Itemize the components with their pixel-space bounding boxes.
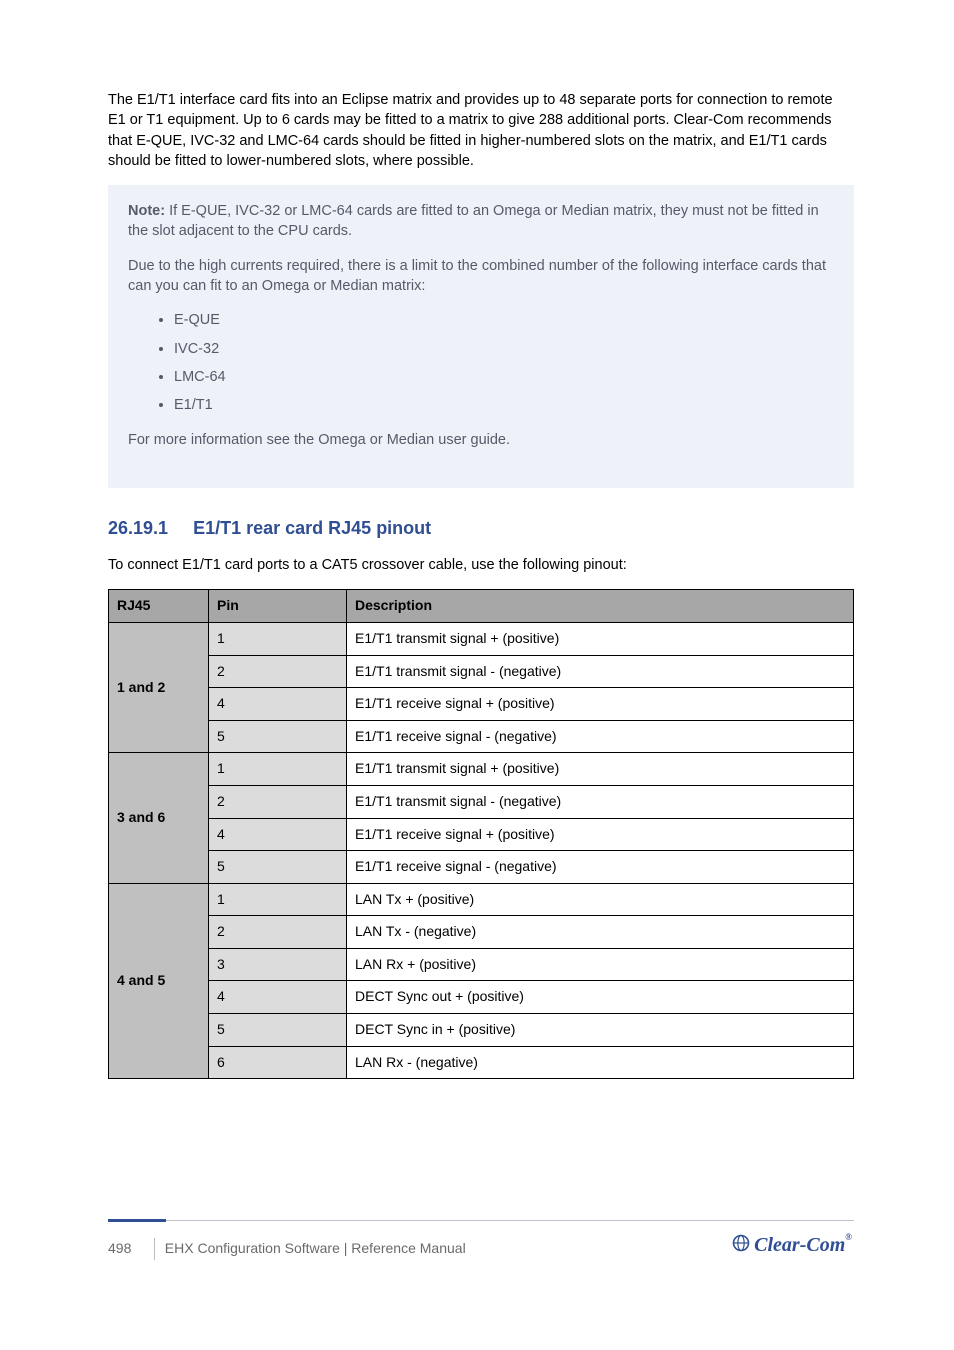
note-list-item: E-QUE xyxy=(174,310,834,330)
globe-icon xyxy=(732,1232,750,1260)
intro-paragraph: The E1/T1 interface card fits into an Ec… xyxy=(108,90,854,171)
desc-cell: LAN Rx - (negative) xyxy=(347,1046,854,1079)
pin-cell: 5 xyxy=(209,851,347,884)
note-list-item: IVC-32 xyxy=(174,339,834,359)
desc-cell: E1/T1 receive signal - (negative) xyxy=(347,851,854,884)
subsection-heading: 26.19.1 E1/T1 rear card RJ45 pinout xyxy=(108,516,854,541)
pin-cell: 4 xyxy=(209,818,347,851)
doc-title: EHX Configuration Software | Reference M… xyxy=(165,1240,466,1256)
subsection-lead: To connect E1/T1 card ports to a CAT5 cr… xyxy=(108,555,854,575)
pin-cell: 2 xyxy=(209,785,347,818)
subsection-number: 26.19.1 xyxy=(108,518,168,538)
pin-cell: 3 xyxy=(209,948,347,981)
desc-cell: E1/T1 transmit signal - (negative) xyxy=(347,785,854,818)
rj45-group-label: 3 and 6 xyxy=(109,753,209,883)
pin-cell: 1 xyxy=(209,622,347,655)
desc-cell: DECT Sync out + (positive) xyxy=(347,981,854,1014)
desc-cell: E1/T1 receive signal - (negative) xyxy=(347,720,854,753)
desc-cell: E1/T1 transmit signal + (positive) xyxy=(347,622,854,655)
pin-cell: 4 xyxy=(209,981,347,1014)
pin-cell: 1 xyxy=(209,753,347,786)
pin-cell: 1 xyxy=(209,883,347,916)
footer-rule xyxy=(108,1219,854,1222)
col-header-rj45: RJ45 xyxy=(109,590,209,623)
note-box: Note: If E-QUE, IVC-32 or LMC-64 cards a… xyxy=(108,185,854,488)
pin-cell: 4 xyxy=(209,688,347,721)
rj45-group-label: 1 and 2 xyxy=(109,622,209,752)
desc-cell: LAN Tx - (negative) xyxy=(347,916,854,949)
pinout-table: RJ45 Pin Description 1 and 2 1 E1/T1 tra… xyxy=(108,589,854,1079)
note-p2: Due to the high currents required, there… xyxy=(128,256,834,297)
desc-cell: E1/T1 transmit signal + (positive) xyxy=(347,753,854,786)
pin-cell: 5 xyxy=(209,720,347,753)
col-header-pin: Pin xyxy=(209,590,347,623)
desc-cell: E1/T1 receive signal + (positive) xyxy=(347,818,854,851)
brand-text: Clear-Com xyxy=(754,1234,845,1256)
pin-cell: 5 xyxy=(209,1014,347,1047)
col-header-desc: Description xyxy=(347,590,854,623)
note-list: E-QUE IVC-32 LMC-64 E1/T1 xyxy=(128,310,834,415)
brand-logo: Clear-Com® xyxy=(732,1231,852,1260)
pin-cell: 2 xyxy=(209,655,347,688)
rj45-group-label: 4 and 5 xyxy=(109,883,209,1079)
page-number: 498 xyxy=(108,1239,150,1259)
pin-cell: 6 xyxy=(209,1046,347,1079)
desc-cell: DECT Sync in + (positive) xyxy=(347,1014,854,1047)
pin-cell: 2 xyxy=(209,916,347,949)
note-list-item: LMC-64 xyxy=(174,367,834,387)
note-list-item: E1/T1 xyxy=(174,395,834,415)
note-p1: If E-QUE, IVC-32 or LMC-64 cards are fit… xyxy=(128,203,819,239)
desc-cell: E1/T1 transmit signal - (negative) xyxy=(347,655,854,688)
note-p3: For more information see the Omega or Me… xyxy=(128,430,834,450)
desc-cell: LAN Rx + (positive) xyxy=(347,948,854,981)
desc-cell: LAN Tx + (positive) xyxy=(347,883,854,916)
desc-cell: E1/T1 receive signal + (positive) xyxy=(347,688,854,721)
subsection-title: E1/T1 rear card RJ45 pinout xyxy=(193,518,431,538)
